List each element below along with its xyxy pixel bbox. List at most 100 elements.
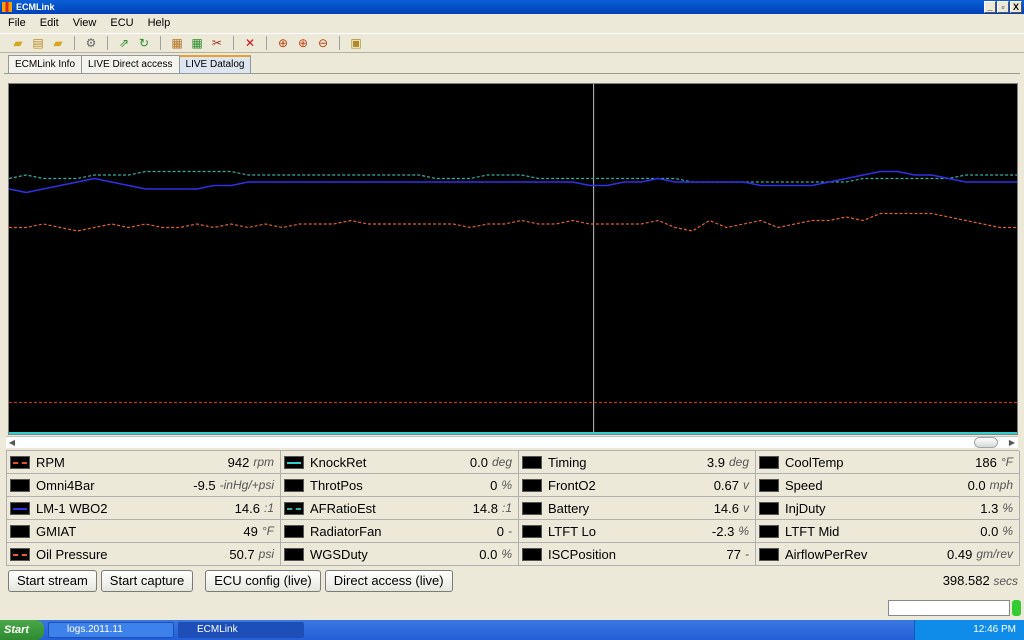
channel-value: 186 — [975, 454, 997, 470]
menu-view[interactable]: View — [73, 17, 97, 29]
datalog-graph[interactable] — [8, 83, 1018, 435]
tools-icon[interactable]: ✂ — [209, 35, 225, 51]
channel-swatch[interactable] — [284, 478, 304, 492]
restore-button[interactable]: ▫ — [997, 1, 1009, 13]
channel-cell[interactable]: Timing 3.9 deg — [519, 451, 756, 474]
refresh-icon[interactable]: ↻ — [136, 35, 152, 51]
minimize-button[interactable]: _ — [984, 1, 996, 13]
close-button[interactable]: X — [1010, 1, 1022, 13]
save-icon[interactable]: ▤ — [30, 35, 46, 51]
channel-cell[interactable]: WGSDuty 0.0% — [281, 543, 519, 566]
channel-swatch[interactable] — [10, 547, 30, 561]
toolbar: ▰ ▤ ▰ ⚙ ⇗ ↻ ▦ ▦ ✂ ✕ ⊕ ⊕ ⊖ ▣ — [0, 33, 1024, 53]
channel-swatch[interactable] — [522, 501, 542, 515]
scroll-right-icon[interactable]: ▶ — [1007, 438, 1017, 448]
channel-swatch[interactable] — [284, 524, 304, 538]
channel-cell[interactable]: ThrotPos 0% — [281, 474, 519, 497]
menu-ecu[interactable]: ECU — [110, 17, 133, 29]
channel-swatch[interactable] — [759, 524, 779, 538]
channel-cell[interactable]: LTFT Mid 0.0% — [756, 520, 1020, 543]
start-capture-button[interactable]: Start capture — [100, 570, 194, 592]
task-logs-folder[interactable]: logs.2011.11 — [48, 622, 174, 638]
channel-swatch[interactable] — [759, 547, 779, 561]
channel-swatch[interactable] — [522, 524, 542, 538]
channel-swatch[interactable] — [284, 501, 304, 515]
channel-name: ISCPosition — [548, 546, 616, 562]
tab-ecmlink-info[interactable]: ECMLink Info — [8, 55, 83, 73]
start-button[interactable]: Start — [0, 620, 44, 640]
channel-swatch[interactable] — [759, 455, 779, 469]
channel-cell[interactable]: AirflowPerRev 0.49 gm/rev — [756, 543, 1020, 566]
channel-cell[interactable]: FrontO2 0.67 v — [519, 474, 756, 497]
channel-swatch[interactable] — [522, 547, 542, 561]
report-icon[interactable]: ▣ — [348, 35, 364, 51]
channel-cell[interactable]: ISCPosition 77- — [519, 543, 756, 566]
app-icon — [2, 2, 12, 12]
oil-dashed-trace — [9, 212, 1017, 232]
channel-swatch[interactable] — [759, 478, 779, 492]
scroll-thumb[interactable] — [974, 437, 998, 448]
channel-unit: % — [738, 524, 749, 538]
elapsed-unit: secs — [993, 574, 1018, 588]
channel-unit: % — [1002, 524, 1013, 538]
task-logs-label: logs.2011.11 — [67, 624, 123, 635]
channel-cell[interactable]: LTFT Lo -2.3% — [519, 520, 756, 543]
tab-live-direct-access[interactable]: LIVE Direct access — [81, 55, 180, 73]
channel-cell[interactable]: RadiatorFan 0- — [281, 520, 519, 543]
channel-swatch[interactable] — [10, 501, 30, 515]
channel-cell[interactable]: InjDuty 1.3% — [756, 497, 1020, 520]
channel-cell[interactable]: RPM 942 rpm — [7, 451, 281, 474]
channel-cell[interactable]: Oil Pressure 50.7 psi — [7, 543, 281, 566]
folder-icon[interactable]: ▰ — [50, 35, 66, 51]
export-icon[interactable]: ⇗ — [116, 35, 132, 51]
tab-content-border — [4, 73, 1020, 74]
tab-live-datalog[interactable]: LIVE Datalog — [178, 55, 252, 73]
task-ecmlink[interactable]: ECMLink — [178, 622, 304, 638]
channel-swatch[interactable] — [522, 455, 542, 469]
zoom-out-icon[interactable]: ⊖ — [315, 35, 331, 51]
settings-icon[interactable]: ⚙ — [83, 35, 99, 51]
elapsed-value: 398.582 — [942, 573, 990, 588]
channel-cell[interactable]: KnockRet 0.0 deg — [281, 451, 519, 474]
channel-swatch[interactable] — [10, 455, 30, 469]
graph-scrollbar[interactable]: ◀ ▶ — [6, 436, 1018, 448]
channel-swatch[interactable] — [284, 547, 304, 561]
channel-name: AFRatioEst — [310, 500, 376, 516]
channel-cell[interactable]: GMIAT 49 °F — [7, 520, 281, 543]
open-folder-icon[interactable]: ▰ — [10, 35, 26, 51]
channel-cell[interactable]: LM-1 WBO2 14.6:1 — [7, 497, 281, 520]
channel-swatch[interactable] — [10, 478, 30, 492]
progress-bar — [888, 600, 1010, 616]
channel-unit: rpm — [253, 455, 274, 469]
datalog-graph-canvas[interactable] — [9, 84, 1017, 434]
channel-cell[interactable]: Speed 0.0 mph — [756, 474, 1020, 497]
menu-help[interactable]: Help — [148, 17, 171, 29]
channel-name: InjDuty — [785, 500, 826, 516]
channel-cell[interactable]: Omni4Bar -9.5 -inHg/+psi — [7, 474, 281, 497]
zoom-in-icon[interactable]: ⊕ — [295, 35, 311, 51]
channel-cell[interactable]: AFRatioEst 14.8:1 — [281, 497, 519, 520]
start-stream-button[interactable]: Start stream — [8, 570, 97, 592]
channel-value: 14.6 — [234, 500, 260, 516]
channel-value: 0 — [490, 477, 498, 493]
channel-swatch[interactable] — [759, 501, 779, 515]
scroll-left-icon[interactable]: ◀ — [7, 438, 17, 448]
channel-swatch[interactable] — [522, 478, 542, 492]
ecu-config-button[interactable]: ECU config (live) — [205, 570, 321, 592]
zoom-fit-icon[interactable]: ⊕ — [275, 35, 291, 51]
channel-cell[interactable]: Battery 14.6 v — [519, 497, 756, 520]
delete-icon[interactable]: ✕ — [242, 35, 258, 51]
channel-name: RadiatorFan — [310, 523, 382, 539]
channel-value: 50.7 — [229, 546, 255, 562]
menu-file[interactable]: File — [8, 17, 26, 29]
channel-swatch[interactable] — [284, 455, 304, 469]
direct-access-button[interactable]: Direct access (live) — [324, 570, 453, 592]
channel-value: -2.3 — [711, 523, 735, 539]
channel-swatch[interactable] — [10, 524, 30, 538]
afratio-dashed-trace — [9, 170, 1017, 183]
channel-cell[interactable]: CoolTemp 186 °F — [756, 451, 1020, 474]
menu-edit[interactable]: Edit — [40, 17, 59, 29]
channel-value: 77 — [726, 546, 741, 562]
chart-settings-icon[interactable]: ▦ — [189, 35, 205, 51]
chart-icon[interactable]: ▦ — [169, 35, 185, 51]
